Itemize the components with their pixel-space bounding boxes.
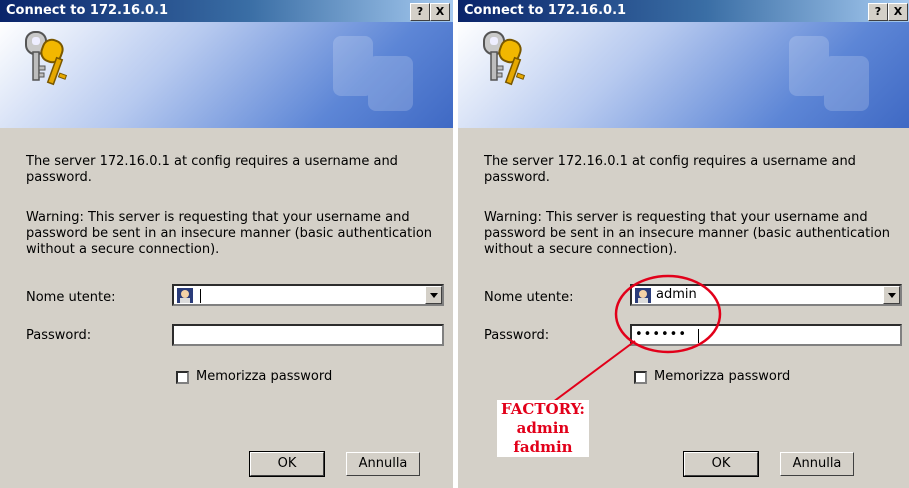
password-field[interactable] (172, 324, 444, 346)
remember-password-label: Memorizza password (654, 369, 791, 384)
ok-button[interactable]: OK (683, 451, 759, 477)
ok-button[interactable]: OK (249, 451, 325, 477)
text-cursor (200, 289, 201, 303)
help-button[interactable]: ? (410, 3, 430, 21)
username-combobox[interactable]: admin (630, 284, 902, 306)
username-value: admin (656, 287, 697, 302)
close-button[interactable]: X (430, 3, 450, 21)
cancel-button[interactable]: Annulla (346, 452, 420, 476)
note-line-2: admin (516, 419, 570, 437)
watermark-keys-icon (789, 36, 869, 111)
message-text: The server 172.16.0.1 at config requires… (484, 154, 856, 185)
dialog-title: Connect to 172.16.0.1 (464, 3, 627, 18)
banner (0, 22, 453, 128)
cancel-button[interactable]: Annulla (780, 452, 854, 476)
remember-password-label: Memorizza password (196, 369, 333, 384)
note-line-3: fadmin (513, 438, 573, 456)
username-label: Nome utente: (484, 290, 574, 305)
warning-text: Warning: This server is requesting that … (484, 210, 891, 257)
password-value: •••••• (635, 327, 688, 342)
remember-password-checkbox[interactable] (634, 371, 647, 384)
password-label: Password: (484, 328, 550, 343)
chevron-down-icon[interactable] (883, 286, 900, 304)
login-dialog-empty: Connect to 172.16.0.1 ? X The server 172… (0, 0, 453, 488)
user-icon (635, 288, 651, 303)
banner (458, 22, 909, 128)
dialog-title: Connect to 172.16.0.1 (6, 3, 169, 18)
keys-icon (483, 31, 526, 86)
factory-credentials-note: FACTORY: admin fadmin (497, 400, 589, 457)
user-icon (177, 288, 193, 303)
password-label: Password: (26, 328, 92, 343)
keys-icon (25, 31, 68, 86)
text-cursor (698, 329, 699, 343)
title-bar: Connect to 172.16.0.1 ? X (0, 0, 453, 22)
close-button[interactable]: X (888, 3, 908, 21)
chevron-down-icon[interactable] (425, 286, 442, 304)
note-line-1: FACTORY: (501, 400, 585, 418)
message-text: The server 172.16.0.1 at config requires… (26, 154, 398, 185)
remember-password-checkbox[interactable] (176, 371, 189, 384)
username-combobox[interactable] (172, 284, 444, 306)
help-button[interactable]: ? (868, 3, 888, 21)
warning-text: Warning: This server is requesting that … (26, 210, 433, 257)
watermark-keys-icon (333, 36, 413, 111)
title-bar: Connect to 172.16.0.1 ? X (458, 0, 909, 22)
username-label: Nome utente: (26, 290, 116, 305)
password-field[interactable]: •••••• (630, 324, 902, 346)
